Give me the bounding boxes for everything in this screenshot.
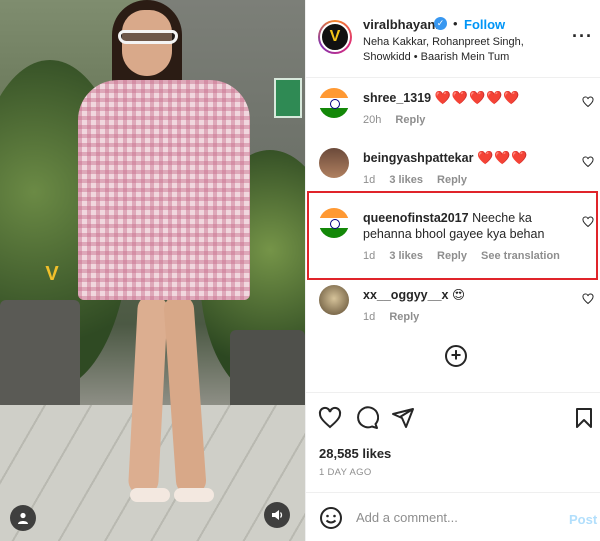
comment-meta: 20h Reply [363, 114, 436, 126]
watermark-logo: V [45, 263, 59, 285]
heart-icon[interactable] [318, 406, 342, 430]
divider [306, 392, 600, 393]
reply-button[interactable]: Reply [437, 174, 467, 186]
comment-icon[interactable] [355, 406, 379, 430]
heart-icon[interactable] [582, 156, 594, 168]
divider [306, 492, 600, 493]
comment-likes[interactable]: 3 likes [389, 174, 423, 186]
more-options-icon[interactable]: ··· [572, 26, 593, 47]
comment-text: 😍 [451, 288, 465, 302]
commenter-avatar[interactable] [319, 285, 349, 315]
see-translation-link[interactable]: See translation [481, 250, 560, 262]
volume-icon[interactable] [264, 502, 290, 528]
comment-body: queenofinsta2017 Neeche ka pehanna bhool… [363, 210, 583, 242]
likes-count[interactable]: 28,585 likes [319, 446, 391, 461]
author-avatar[interactable]: V [318, 20, 352, 54]
post-timestamp: 1 DAY AGO [319, 467, 372, 478]
shoe [174, 488, 214, 502]
comment-body: shree_1319 ❤️❤️❤️❤️❤️ [363, 90, 583, 106]
author-username[interactable]: viralbhayani [363, 17, 439, 32]
comment-username[interactable]: xx__oggyy__x [363, 288, 448, 302]
comment-likes[interactable]: 3 likes [389, 250, 423, 262]
reply-button[interactable]: Reply [437, 250, 467, 262]
separator-dot: • [453, 16, 458, 31]
leg [163, 294, 207, 496]
gingham-outfit [78, 80, 250, 300]
post-header: V viralbhayani ✓ • Follow Neha Kakkar, R… [306, 0, 600, 78]
comment-meta: 1d 3 likes Reply See translation [363, 250, 571, 262]
india-flag-image [319, 208, 349, 238]
person-figure [78, 0, 258, 520]
comment-age[interactable]: 20h [363, 114, 381, 126]
emoji-icon[interactable] [319, 506, 343, 530]
sunglasses [118, 30, 178, 44]
commenter-avatar[interactable] [319, 148, 349, 178]
heart-icon[interactable] [582, 293, 594, 305]
commenter-avatar[interactable] [319, 208, 349, 238]
heart-icon[interactable] [582, 216, 594, 228]
comment-username[interactable]: shree_1319 [363, 91, 431, 105]
reply-button[interactable]: Reply [395, 114, 425, 126]
logo-mark: V [320, 22, 350, 52]
comment-age[interactable]: 1d [363, 250, 375, 262]
load-more-icon[interactable]: + [445, 345, 467, 367]
post-media[interactable]: V [0, 0, 305, 541]
exit-sign [274, 78, 302, 118]
comment-meta: 1d 3 likes Reply [363, 174, 478, 186]
heart-icon[interactable] [582, 96, 594, 108]
planter [0, 300, 80, 410]
post-sidebar: V viralbhayani ✓ • Follow Neha Kakkar, R… [305, 0, 600, 541]
follow-button[interactable]: Follow [464, 17, 505, 32]
reply-button[interactable]: Reply [389, 311, 419, 323]
comment-age[interactable]: 1d [363, 174, 375, 186]
comment-body: beingyashpattekar ❤️❤️❤️ [363, 150, 583, 166]
comment-username[interactable]: queenofinsta2017 [363, 211, 469, 225]
comment-text: ❤️❤️❤️ [476, 150, 529, 165]
leg [127, 294, 169, 496]
india-flag-image [319, 88, 349, 118]
comment-meta: 1d Reply [363, 311, 430, 323]
share-icon[interactable] [391, 406, 415, 430]
bookmark-icon[interactable] [572, 406, 596, 430]
add-comment-input[interactable] [356, 510, 556, 525]
verified-icon: ✓ [434, 17, 447, 30]
comment-body: xx__oggyy__x 😍 [363, 287, 583, 303]
comment-text: ❤️❤️❤️❤️❤️ [434, 90, 521, 105]
user-tag-icon[interactable] [10, 505, 36, 531]
shoe [130, 488, 170, 502]
comment-age[interactable]: 1d [363, 311, 375, 323]
audio-attribution[interactable]: Neha Kakkar, Rohanpreet Singh, Showkidd … [363, 35, 543, 65]
commenter-avatar[interactable] [319, 88, 349, 118]
comment-username[interactable]: beingyashpattekar [363, 151, 473, 165]
post-comment-button[interactable]: Post [569, 512, 597, 527]
